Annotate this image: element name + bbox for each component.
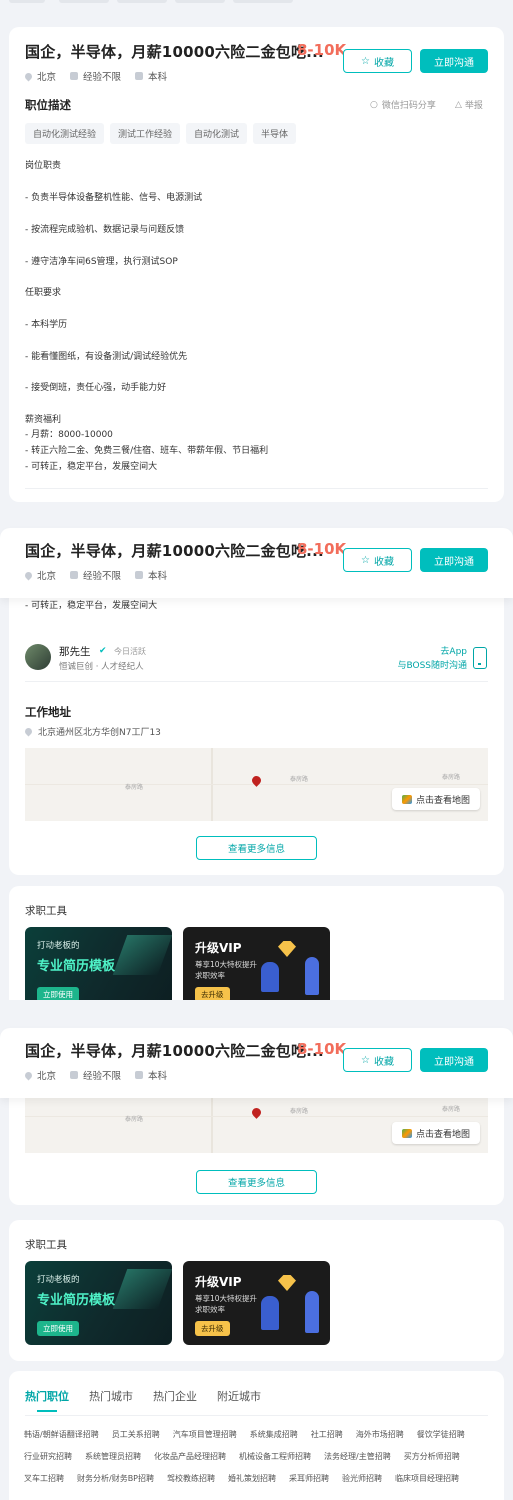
star-icon: ☆ xyxy=(361,554,370,566)
briefcase-icon xyxy=(70,72,79,80)
star-icon: ☆ xyxy=(361,55,370,67)
job-detail-card: 国企，半导体，月薪10000六险二金包吃... 8-10K ☆ 收藏 立即沟通 北… xyxy=(9,27,504,502)
job-title: 国企，半导体，月薪10000六险二金包吃... xyxy=(25,542,324,560)
job-salary: 8-10K xyxy=(297,1040,347,1058)
location-icon xyxy=(23,570,34,580)
hot-links-card: 热门职位 热门城市 热门企业 附近城市 韩语/朝鲜语翻译招聘 员工关系招聘 汽车项目… xyxy=(9,1371,504,1500)
sticky-job-header: 国企，半导体，月薪10000六险二金包吃... 8-10K ☆ 收藏 立即沟通 北… xyxy=(0,528,513,598)
graduation-cap-icon xyxy=(135,1071,144,1079)
skill-tag: 测试工作经验 xyxy=(110,123,181,144)
report-link[interactable]: △ 举报 xyxy=(455,98,483,112)
briefcase-icon xyxy=(70,1071,79,1079)
map-preview[interactable]: 泰房路 泰房路 泰房路 点击查看地图 xyxy=(25,748,488,821)
graduation-cap-icon xyxy=(135,571,144,579)
resume-template-banner[interactable]: 打动老板的 专业简历模板 立即使用 xyxy=(25,927,172,1000)
upgrade-vip-banner[interactable]: 升级VIP 尊享10大特权提升 求职效率 去升级 xyxy=(183,927,330,1000)
top-partial-tabs xyxy=(9,0,504,4)
location-icon xyxy=(23,1070,34,1080)
job-tools-card: 求职工具 打动老板的 专业简历模板 立即使用 升级VIP 尊享10大特权提升 求… xyxy=(9,1220,504,1361)
view-map-button[interactable]: 点击查看地图 xyxy=(392,788,480,810)
skill-tags: 自动化测试经验 测试工作经验 自动化测试 半导体 xyxy=(25,122,302,144)
chat-now-button[interactable]: 立即沟通 xyxy=(420,1048,488,1072)
job-meta: 北京 经验不限 本科 xyxy=(23,568,167,582)
job-detail-card-lower: - 可转正，稳定平台，发展空间大 那先生 ✔ 今日活跃 恒诚巨创 · 人才经纪人… xyxy=(9,578,504,875)
active-tab-indicator xyxy=(37,1410,57,1412)
upgrade-vip-banner[interactable]: 升级VIP 尊享10大特权提升 求职效率 去升级 xyxy=(183,1261,330,1345)
section-title-tools: 求职工具 xyxy=(25,1239,67,1251)
diamond-icon xyxy=(278,1275,296,1291)
phone-icon xyxy=(473,647,487,669)
job-meta: 北京 经验不限 本科 xyxy=(23,1068,167,1082)
graduation-cap-icon xyxy=(135,72,144,80)
favorite-button[interactable]: ☆ 收藏 xyxy=(343,1048,412,1072)
tab-hot-cities[interactable]: 热门城市 xyxy=(89,1388,133,1404)
chat-bubble-icon: ○ xyxy=(370,99,378,110)
skill-tag: 自动化测试 xyxy=(186,123,248,144)
location-icon xyxy=(23,726,34,737)
diamond-icon xyxy=(278,941,296,957)
person-illustration xyxy=(261,962,279,992)
view-map-button[interactable]: 点击查看地图 xyxy=(392,1122,480,1144)
job-meta: 北京 经验不限 本科 xyxy=(23,69,167,83)
sticky-job-header: 国企，半导体，月薪10000六险二金包吃... 8-10K ☆ 收藏 立即沟通 北… xyxy=(0,1028,513,1098)
section-title-tools: 求职工具 xyxy=(25,905,67,917)
chat-now-button[interactable]: 立即沟通 xyxy=(420,548,488,572)
tab-hot-companies[interactable]: 热门企业 xyxy=(153,1388,197,1404)
divider xyxy=(25,681,488,682)
use-now-button[interactable]: 立即使用 xyxy=(37,987,79,1000)
work-address: 北京通州区北方华创N7工厂13 xyxy=(23,725,161,738)
skill-tag: 半导体 xyxy=(253,123,297,144)
tab-nearby-cities[interactable]: 附近城市 xyxy=(217,1388,261,1404)
job-salary: 8-10K xyxy=(297,540,347,558)
person-illustration xyxy=(305,957,319,995)
divider xyxy=(25,1415,488,1416)
map-icon xyxy=(401,794,412,804)
use-now-button[interactable]: 立即使用 xyxy=(37,1321,79,1336)
section-title-address: 工作地址 xyxy=(25,705,71,719)
view-more-button[interactable]: 查看更多信息 xyxy=(196,836,317,860)
hot-links-row: 行业研究招聘 系统管理员招聘 化妆品产品经理招聘 机械设备工程师招聘 法务经理/主管招聘… xyxy=(24,1452,460,1461)
recruiter-company: 恒诚巨创 · 人才经纪人 xyxy=(59,662,144,672)
tab-hot-jobs[interactable]: 热门职位 xyxy=(25,1388,69,1404)
hot-tabs: 热门职位 热门城市 热门企业 附近城市 xyxy=(25,1388,261,1404)
view-more-button[interactable]: 查看更多信息 xyxy=(196,1170,317,1194)
section-title-description: 职位描述 xyxy=(25,98,71,112)
location-icon xyxy=(23,71,34,81)
job-tools-card: 求职工具 打动老板的 专业简历模板 立即使用 升级VIP 尊享10大特权提升 求… xyxy=(9,886,504,1000)
person-illustration xyxy=(261,1296,279,1330)
verified-icon: ✔ xyxy=(99,646,107,656)
warning-icon: △ xyxy=(455,99,462,110)
active-status: 今日活跃 xyxy=(114,647,146,656)
star-icon: ☆ xyxy=(361,1054,370,1066)
map-preview[interactable]: 泰房路 泰房路 泰房路 点击查看地图 xyxy=(25,1098,488,1153)
job-title: 国企，半导体，月薪10000六险二金包吃... xyxy=(25,43,324,61)
upgrade-button[interactable]: 去升级 xyxy=(195,987,230,1000)
skill-tag: 自动化测试经验 xyxy=(25,123,105,144)
hot-links-row: 叉车工招聘 财务分析/财务BP招聘 驾校教练招聘 婚礼策划招聘 采耳师招聘 验光师招聘 临床… xyxy=(24,1474,460,1483)
favorite-button[interactable]: ☆ 收藏 xyxy=(343,49,412,73)
map-icon xyxy=(401,1128,412,1138)
hot-links-row: 韩语/朝鲜语翻译招聘 员工关系招聘 汽车项目管理招聘 系统集成招聘 社工招聘 海外市场招聘… xyxy=(24,1430,465,1439)
job-salary: 8-10K xyxy=(297,41,347,59)
open-app-link[interactable]: 去App 与BOSS随时沟通 xyxy=(369,645,467,673)
upgrade-button[interactable]: 去升级 xyxy=(195,1321,230,1336)
briefcase-icon xyxy=(70,571,79,579)
recruiter-name: 那先生 xyxy=(59,646,91,658)
avatar xyxy=(25,644,51,670)
resume-template-banner[interactable]: 打动老板的 专业简历模板 立即使用 xyxy=(25,1261,172,1345)
divider xyxy=(25,488,488,489)
favorite-button[interactable]: ☆ 收藏 xyxy=(343,548,412,572)
person-illustration xyxy=(305,1291,319,1333)
wechat-share-link[interactable]: ○ 微信扫码分享 xyxy=(370,98,436,112)
job-title: 国企，半导体，月薪10000六险二金包吃... xyxy=(25,1042,324,1060)
chat-now-button[interactable]: 立即沟通 xyxy=(420,49,488,73)
